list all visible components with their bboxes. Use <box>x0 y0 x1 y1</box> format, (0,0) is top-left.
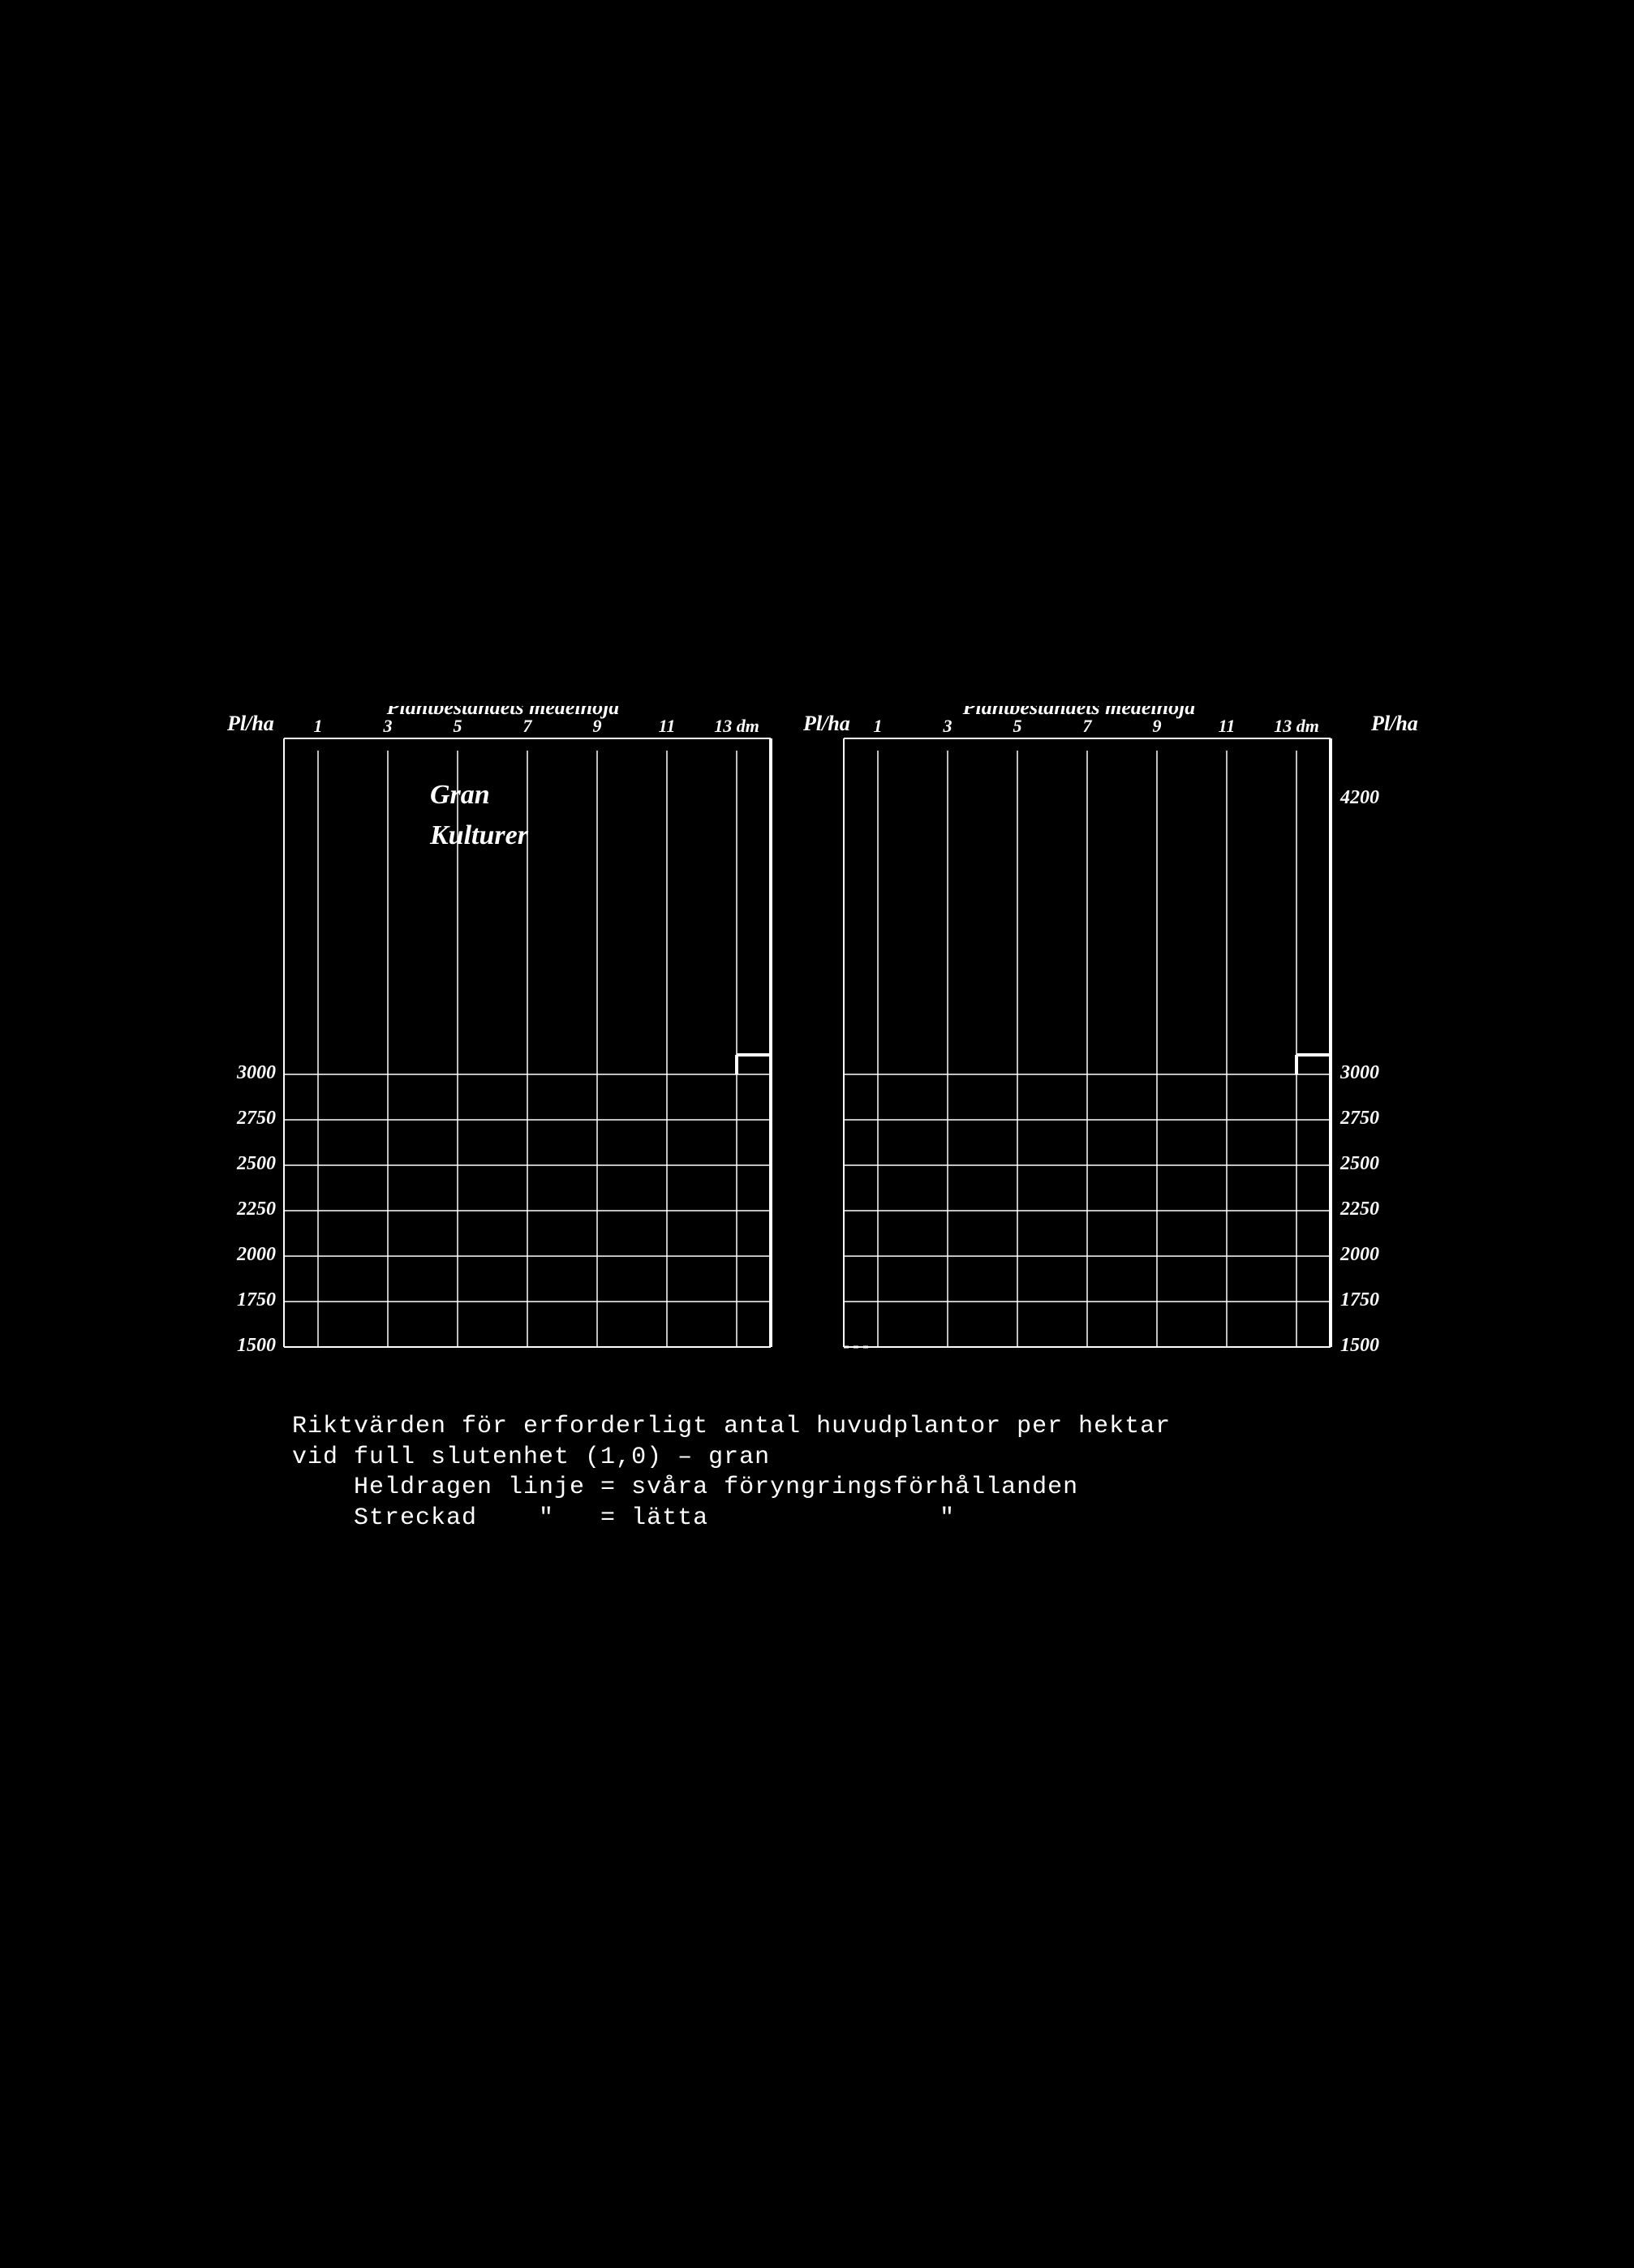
svg-text:11: 11 <box>659 716 676 736</box>
caption-line2: vid full slutenhet (1,0) – gran <box>292 1444 770 1471</box>
svg-text:4200: 4200 <box>1339 787 1379 808</box>
caption-line1: Riktvärden för erforderligt antal huvudp… <box>292 1413 1171 1440</box>
left-y-unit: Pl/ha <box>226 712 274 735</box>
left-title: Plantbeståndets medelhöjd <box>386 706 621 719</box>
chart-svg: Pl/ha <box>219 706 1420 1388</box>
right-y-unit: Pl/ha <box>1370 712 1418 735</box>
svg-text:2500: 2500 <box>1339 1153 1379 1174</box>
svg-text:2750: 2750 <box>1339 1108 1379 1129</box>
figure-caption: Riktvärden för erforderligt antal huvudp… <box>292 1412 1428 1534</box>
svg-text:1: 1 <box>314 716 323 736</box>
svg-text:1: 1 <box>874 716 883 736</box>
caption-line4: Streckad " = lätta " <box>292 1504 955 1532</box>
right-title: Plantbeståndets medelhöjd <box>962 706 1197 719</box>
svg-text:3: 3 <box>943 716 952 736</box>
caption-line3: Heldragen linje = svåra föryngringsförhå… <box>292 1474 1078 1501</box>
svg-text:3000: 3000 <box>236 1062 276 1083</box>
svg-text:2250: 2250 <box>1339 1199 1379 1220</box>
right-panel: 1 3 5 7 9 11 13 dm Plantbeståndets medel… <box>844 706 1379 1356</box>
series-label-gran: Gran <box>430 780 490 810</box>
svg-text:13 dm: 13 dm <box>714 716 759 736</box>
svg-text:2000: 2000 <box>236 1244 276 1265</box>
series-label-kulturer: Kulturer <box>429 820 529 850</box>
svg-text:11: 11 <box>1219 716 1236 736</box>
svg-text:1500: 1500 <box>1340 1335 1379 1356</box>
svg-text:2250: 2250 <box>236 1199 276 1220</box>
svg-text:1750: 1750 <box>237 1289 276 1310</box>
svg-text:1500: 1500 <box>237 1335 276 1356</box>
chart-pair: Pl/ha <box>219 706 1420 1392</box>
center-y-unit: Pl/ha <box>802 712 850 735</box>
svg-text:2000: 2000 <box>1339 1244 1379 1265</box>
svg-text:2750: 2750 <box>236 1108 276 1129</box>
left-panel: 1 3 5 7 9 11 13 dm Plantbeståndets medel… <box>236 706 771 1356</box>
svg-text:1750: 1750 <box>1340 1289 1379 1310</box>
svg-text:13 dm: 13 dm <box>1274 716 1319 736</box>
svg-text:2500: 2500 <box>236 1153 276 1174</box>
svg-text:3000: 3000 <box>1339 1062 1379 1083</box>
